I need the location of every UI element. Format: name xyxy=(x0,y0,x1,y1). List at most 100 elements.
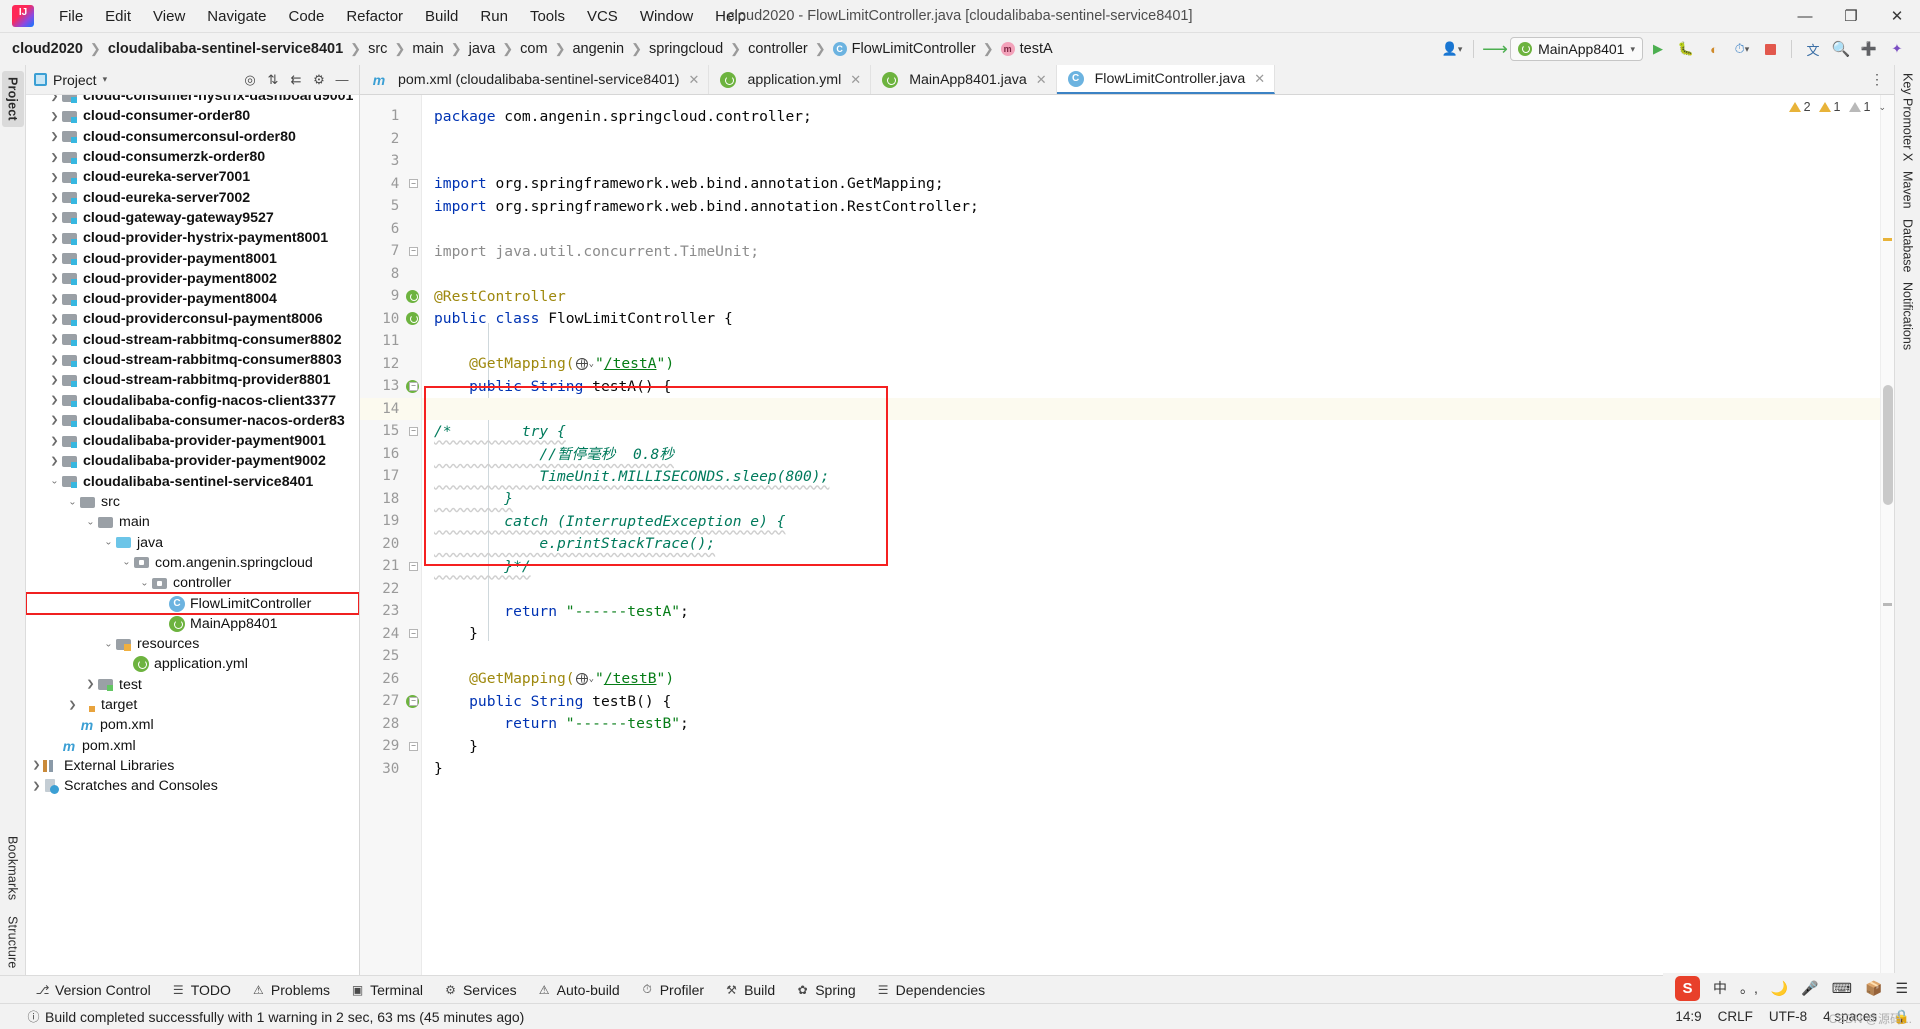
gutter-line-3[interactable]: 3 xyxy=(360,150,421,173)
code-line-27[interactable]: public String testB() { xyxy=(422,690,1880,713)
close-icon[interactable]: ✕ xyxy=(1036,72,1047,88)
tree-item-pom.xml[interactable]: m pom.xml xyxy=(26,736,359,756)
chevron-right-icon[interactable]: ❯ xyxy=(48,355,61,365)
chevron-right-icon[interactable]: ❯ xyxy=(48,254,61,264)
tree-item-scratches-and-consoles[interactable]: ❯ Scratches and Consoles xyxy=(26,776,359,796)
tree-item-test[interactable]: ❯ test xyxy=(26,675,359,695)
chevron-right-icon[interactable]: ❯ xyxy=(48,213,61,223)
marker-warning[interactable] xyxy=(1883,238,1892,241)
project-panel-title-group[interactable]: Project ▾ xyxy=(34,72,107,88)
ime-item-5[interactable]: 📦 xyxy=(1865,980,1882,997)
code-content[interactable]: package com.angenin.springcloud.controll… xyxy=(422,95,1880,975)
chevron-right-icon[interactable]: ❯ xyxy=(48,294,61,304)
breadcrumb-item-controller[interactable]: controller xyxy=(748,41,808,57)
chevron-right-icon[interactable]: ❯ xyxy=(30,781,43,791)
code-line-4[interactable]: import org.springframework.web.bind.anno… xyxy=(422,173,1880,196)
code-fold-toggle[interactable]: − xyxy=(409,426,421,436)
update-project-icon[interactable]: ⟶ xyxy=(1482,37,1508,61)
chevron-right-icon[interactable]: ❯ xyxy=(48,111,61,121)
run-configuration-selector[interactable]: MainApp8401 ▾ xyxy=(1510,37,1643,61)
menu-item-code[interactable]: Code xyxy=(277,4,335,29)
tree-item-cloud-consumerconsul-order80[interactable]: ❯ cloud-consumerconsul-order80 xyxy=(26,127,359,147)
ime-item-4[interactable]: ⌨ xyxy=(1832,980,1852,997)
code-line-9[interactable]: @RestController xyxy=(422,285,1880,308)
run-icon[interactable]: ▶ xyxy=(1645,37,1671,61)
code-line-22[interactable] xyxy=(422,578,1880,601)
minimize-button[interactable]: — xyxy=(1782,0,1828,32)
chevron-down-icon[interactable]: ⌄ xyxy=(66,497,79,507)
tree-item-cloud-stream-rabbitmq-consumer8803[interactable]: ❯ cloud-stream-rabbitmq-consumer8803 xyxy=(26,350,359,370)
close-icon[interactable]: ✕ xyxy=(850,72,861,88)
tool-window-spring[interactable]: ✿ Spring xyxy=(786,979,864,1001)
chevron-down-icon[interactable]: ⌄ xyxy=(84,517,97,527)
menu-item-edit[interactable]: Edit xyxy=(94,4,142,29)
breadcrumb-item-com[interactable]: com xyxy=(520,41,547,57)
gutter-line-18[interactable]: 18 xyxy=(360,488,421,511)
project-tree[interactable]: ❯ cloud-consumer-hystrix-dashboard9001 ❯ cl… xyxy=(26,95,359,975)
gutter-line-19[interactable]: 19 xyxy=(360,510,421,533)
close-icon[interactable]: ✕ xyxy=(689,72,700,88)
web-endpoint-globe-icon[interactable]: ⌄ xyxy=(575,672,594,685)
profiler-icon[interactable]: ⏱ ▾ xyxy=(1729,37,1755,61)
code-line-24[interactable]: } xyxy=(422,623,1880,646)
code-line-21[interactable]: }*/ xyxy=(422,555,1880,578)
chevron-right-icon[interactable]: ❯ xyxy=(48,416,61,426)
close-icon[interactable]: ✕ xyxy=(1254,71,1265,87)
menu-item-file[interactable]: File xyxy=(48,4,94,29)
gutter-line-4[interactable]: 4− xyxy=(360,173,421,196)
gutter-line-25[interactable]: 25 xyxy=(360,645,421,668)
editor-marker-strip[interactable] xyxy=(1880,95,1894,975)
tree-item-cloud-consumerzk-order80[interactable]: ❯ cloud-consumerzk-order80 xyxy=(26,147,359,167)
user-icon[interactable]: 👤 ▾ xyxy=(1439,37,1465,61)
menu-item-navigate[interactable]: Navigate xyxy=(196,4,277,29)
search-icon[interactable]: 🔍 xyxy=(1828,37,1854,61)
chevron-right-icon[interactable]: ❯ xyxy=(48,274,61,284)
chevron-right-icon[interactable]: ❯ xyxy=(30,761,43,771)
gutter-line-17[interactable]: 17 xyxy=(360,465,421,488)
gutter-line-29[interactable]: 29− xyxy=(360,735,421,758)
code-line-20[interactable]: e.printStackTrace(); xyxy=(422,533,1880,556)
hide-panel-icon[interactable]: — xyxy=(331,69,353,91)
web-endpoint-globe-icon[interactable]: ⌄ xyxy=(575,357,594,370)
gutter-line-12[interactable]: 12 xyxy=(360,353,421,376)
tool-window-version-control[interactable]: ⎇ Version Control xyxy=(26,979,160,1001)
ime-item-6[interactable]: ☰ xyxy=(1895,980,1908,997)
rail-tab-database[interactable]: Database xyxy=(1901,219,1915,273)
tree-item-com.angenin.springcloud[interactable]: ⌄ com.angenin.springcloud xyxy=(26,553,359,573)
tree-item-cloud-eureka-server7001[interactable]: ❯ cloud-eureka-server7001 xyxy=(26,167,359,187)
ime-item-1[interactable]: 。, xyxy=(1740,978,1758,998)
stop-icon[interactable] xyxy=(1757,37,1783,61)
tool-window-dependencies[interactable]: ☰ Dependencies xyxy=(867,979,995,1001)
tree-item-cloud-gateway-gateway9527[interactable]: ❯ cloud-gateway-gateway9527 xyxy=(26,208,359,228)
gutter-line-30[interactable]: 30 xyxy=(360,758,421,781)
tree-item-cloud-consumer-order80[interactable]: ❯ cloud-consumer-order80 xyxy=(26,106,359,126)
gutter-line-28[interactable]: 28 xyxy=(360,713,421,736)
gutter-line-5[interactable]: 5 xyxy=(360,195,421,218)
tree-item-cloudalibaba-config-nacos-client3377[interactable]: ❯ cloudalibaba-config-nacos-client3377 xyxy=(26,390,359,410)
gutter-line-22[interactable]: 22 xyxy=(360,578,421,601)
gutter-line-8[interactable]: 8 xyxy=(360,263,421,286)
sogou-input-icon[interactable]: S xyxy=(1675,975,1701,1001)
code-fold-toggle[interactable]: − xyxy=(409,381,421,391)
editor-gutter[interactable]: 1 2 3 4−5 6 7−8 9 10 11 12 13−14 15−16 17 18 19 20 21−22… xyxy=(360,95,422,975)
tool-window-build[interactable]: ⚒ Build xyxy=(715,979,784,1001)
code-fold-toggle[interactable]: − xyxy=(409,696,421,706)
code-line-16[interactable]: //暂停毫秒 0.8秒 xyxy=(422,443,1880,466)
gutter-line-7[interactable]: 7− xyxy=(360,240,421,263)
chevron-down-icon[interactable]: ⌄ xyxy=(120,558,133,568)
chevron-down-icon[interactable]: ⌄ xyxy=(138,578,151,588)
chevron-right-icon[interactable]: ❯ xyxy=(48,152,61,162)
chevron-right-icon[interactable]: ❯ xyxy=(48,233,61,243)
breadcrumb-item-flowlimitcontroller[interactable]: C FlowLimitController xyxy=(832,41,976,57)
rail-tab-key-promoter[interactable]: Key Promoter X xyxy=(1901,73,1915,161)
tree-item-cloudalibaba-consumer-nacos-order83[interactable]: ❯ cloudalibaba-consumer-nacos-order83 xyxy=(26,411,359,431)
tree-item-cloud-stream-rabbitmq-provider8801[interactable]: ❯ cloud-stream-rabbitmq-provider8801 xyxy=(26,370,359,390)
code-line-11[interactable] xyxy=(422,330,1880,353)
menu-item-vcs[interactable]: VCS xyxy=(576,4,629,29)
tree-item-cloud-stream-rabbitmq-consumer8802[interactable]: ❯ cloud-stream-rabbitmq-consumer8802 xyxy=(26,330,359,350)
chevron-right-icon[interactable]: ❯ xyxy=(48,172,61,182)
menu-item-tools[interactable]: Tools xyxy=(519,4,576,29)
gutter-line-6[interactable]: 6 xyxy=(360,218,421,241)
maximize-button[interactable]: ❐ xyxy=(1828,0,1874,32)
typo-count-chip[interactable]: 1 xyxy=(1848,100,1870,114)
